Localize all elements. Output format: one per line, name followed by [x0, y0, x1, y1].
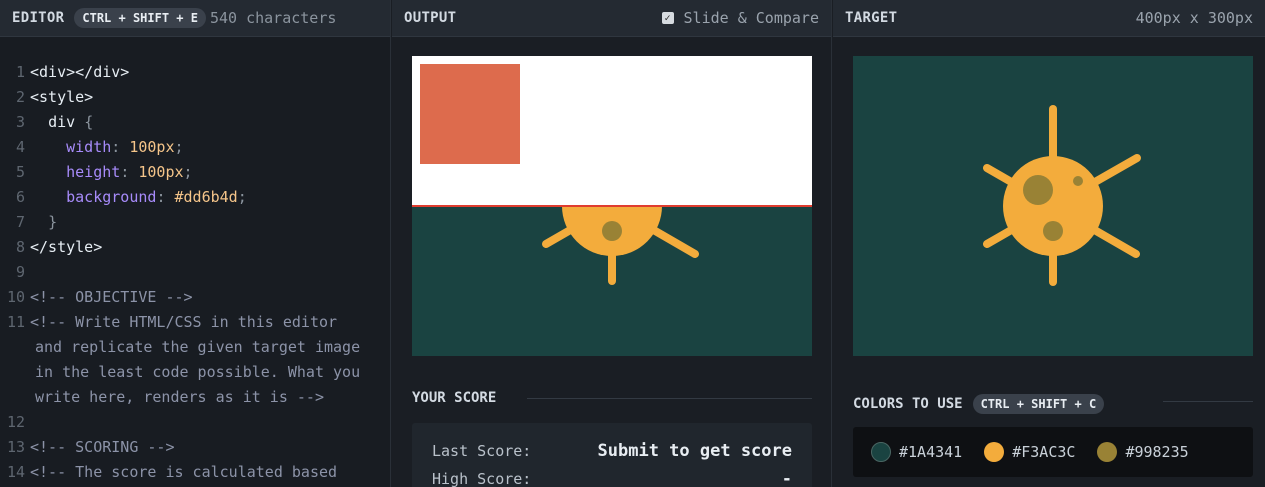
line-number: 5 [15, 163, 25, 181]
target-header: TARGET 400px x 300px [833, 0, 1265, 37]
line-number: 2 [15, 88, 25, 106]
slide-compare-toggle[interactable]: ✓ Slide & Compare [661, 9, 819, 27]
line-number: 7 [15, 213, 25, 231]
code-line[interactable]: 8 </style> [0, 235, 390, 260]
colors-palette: #1A4341 #F3AC3C #998235 [853, 427, 1253, 477]
score-section-title: YOUR SCORE [412, 390, 497, 406]
color-swatch[interactable]: #1A4341 [871, 442, 962, 462]
code-line[interactable]: 9 [0, 260, 390, 285]
high-score-row: High Score: - [432, 469, 792, 487]
code-editor[interactable]: 1 <div></div> 2 <style> 3 div { 4 width: 1… [0, 60, 390, 485]
color-dot [871, 442, 891, 462]
code-token: </div> [75, 63, 130, 81]
code-line-wrap[interactable]: write here, renders as it is --> [0, 385, 390, 410]
line-number: 1 [15, 63, 25, 81]
output-header: OUTPUT ✓ Slide & Compare [392, 0, 831, 37]
line-number: 11 [6, 313, 25, 331]
last-score-row: Last Score: Submit to get score [432, 441, 792, 461]
code-token: div [48, 113, 76, 131]
code-line[interactable]: 6 background: #dd6b4d; [0, 185, 390, 210]
output-render [412, 56, 812, 206]
code-line[interactable]: 12 [0, 410, 390, 435]
colors-section-title: COLORS TO USE CTRL + SHIFT + C [853, 394, 1105, 414]
code-comment: and replicate the given target image [35, 338, 361, 356]
line-number: 4 [15, 138, 25, 156]
code-line[interactable]: 11 <!-- Write HTML/CSS in this editor [0, 310, 390, 335]
slide-compare-label: Slide & Compare [683, 9, 819, 27]
code-comment: <!-- SCORING --> [30, 438, 175, 456]
output-preview[interactable] [412, 56, 812, 356]
code-line[interactable]: 1 <div></div> [0, 60, 390, 85]
code-token: 100px [138, 163, 184, 181]
editor-panel: EDITOR CTRL + SHIFT + E 540 characters 1… [0, 0, 391, 487]
code-token: } [48, 213, 58, 231]
code-token: <div> [30, 63, 76, 81]
code-line[interactable]: 10 <!-- OBJECTIVE --> [0, 285, 390, 310]
code-line[interactable]: 4 width: 100px; [0, 135, 390, 160]
color-hex: #1A4341 [899, 443, 963, 461]
line-number: 9 [15, 263, 25, 281]
last-score-label: Last Score: [432, 442, 532, 460]
high-score-value: - [781, 469, 792, 487]
colors-title: COLORS TO USE [853, 396, 963, 412]
code-line-wrap[interactable]: and replicate the given target image [0, 335, 390, 360]
code-token: width [66, 138, 112, 156]
target-sun-illustration [853, 56, 1253, 356]
output-square [420, 64, 520, 164]
code-token: background [66, 188, 157, 206]
target-title: TARGET [845, 10, 898, 26]
output-panel: OUTPUT ✓ Slide & Compare YOUR SCORE Last… [392, 0, 832, 487]
target-image[interactable] [853, 56, 1253, 356]
code-line[interactable]: 5 height: 100px; [0, 160, 390, 185]
code-line-wrap[interactable]: in the least code possible. What you [0, 360, 390, 385]
divider [527, 398, 812, 399]
color-swatch[interactable]: #998235 [1097, 442, 1189, 462]
code-line[interactable]: 7 } [0, 210, 390, 235]
code-line[interactable]: 3 div { [0, 110, 390, 135]
code-comment: in the least code possible. What you [35, 363, 361, 381]
target-dimensions: 400px x 300px [1135, 9, 1253, 27]
code-line[interactable]: 14 <!-- The score is calculated based [0, 460, 390, 485]
last-score-value: Submit to get score [597, 441, 792, 461]
line-number: 14 [6, 463, 25, 481]
code-token: #dd6b4d [174, 188, 238, 206]
line-number: 10 [6, 288, 25, 306]
code-line[interactable]: 2 <style> [0, 85, 390, 110]
divider [1163, 401, 1253, 402]
color-swatch[interactable]: #F3AC3C [984, 442, 1075, 462]
color-dot [1097, 442, 1118, 462]
editor-header: EDITOR CTRL + SHIFT + E 540 characters [0, 0, 390, 37]
line-number: 8 [15, 238, 25, 256]
editor-shortcut-badge: CTRL + SHIFT + E [74, 8, 206, 28]
color-dot [984, 442, 1005, 462]
code-comment: <!-- The score is calculated based [30, 463, 338, 481]
code-token: </style> [30, 238, 103, 256]
score-box: Last Score: Submit to get score High Sco… [412, 423, 812, 487]
colors-shortcut-badge: CTRL + SHIFT + C [972, 394, 1105, 414]
line-number: 13 [6, 438, 25, 456]
code-comment: write here, renders as it is --> [35, 388, 324, 406]
code-token: <style> [30, 88, 94, 106]
code-line[interactable]: 13 <!-- SCORING --> [0, 435, 390, 460]
high-score-label: High Score: [432, 470, 532, 487]
code-token: { [84, 113, 94, 131]
line-number: 3 [15, 113, 25, 131]
character-count: 540 characters [209, 9, 337, 27]
compare-slider-handle[interactable] [412, 205, 812, 207]
line-number: 6 [15, 188, 25, 206]
color-hex: #F3AC3C [1012, 443, 1076, 461]
color-hex: #998235 [1125, 443, 1189, 461]
code-comment: <!-- OBJECTIVE --> [30, 288, 193, 306]
line-number: 12 [6, 413, 25, 431]
code-token: height [66, 163, 121, 181]
output-title: OUTPUT [404, 10, 457, 26]
checkbox-checked-icon[interactable]: ✓ [661, 12, 674, 24]
code-comment: <!-- Write HTML/CSS in this editor [30, 313, 338, 331]
target-panel: TARGET 400px x 300px COLORS TO USE CTRL … [833, 0, 1265, 487]
code-token: 100px [129, 138, 175, 156]
editor-title: EDITOR [12, 10, 65, 26]
